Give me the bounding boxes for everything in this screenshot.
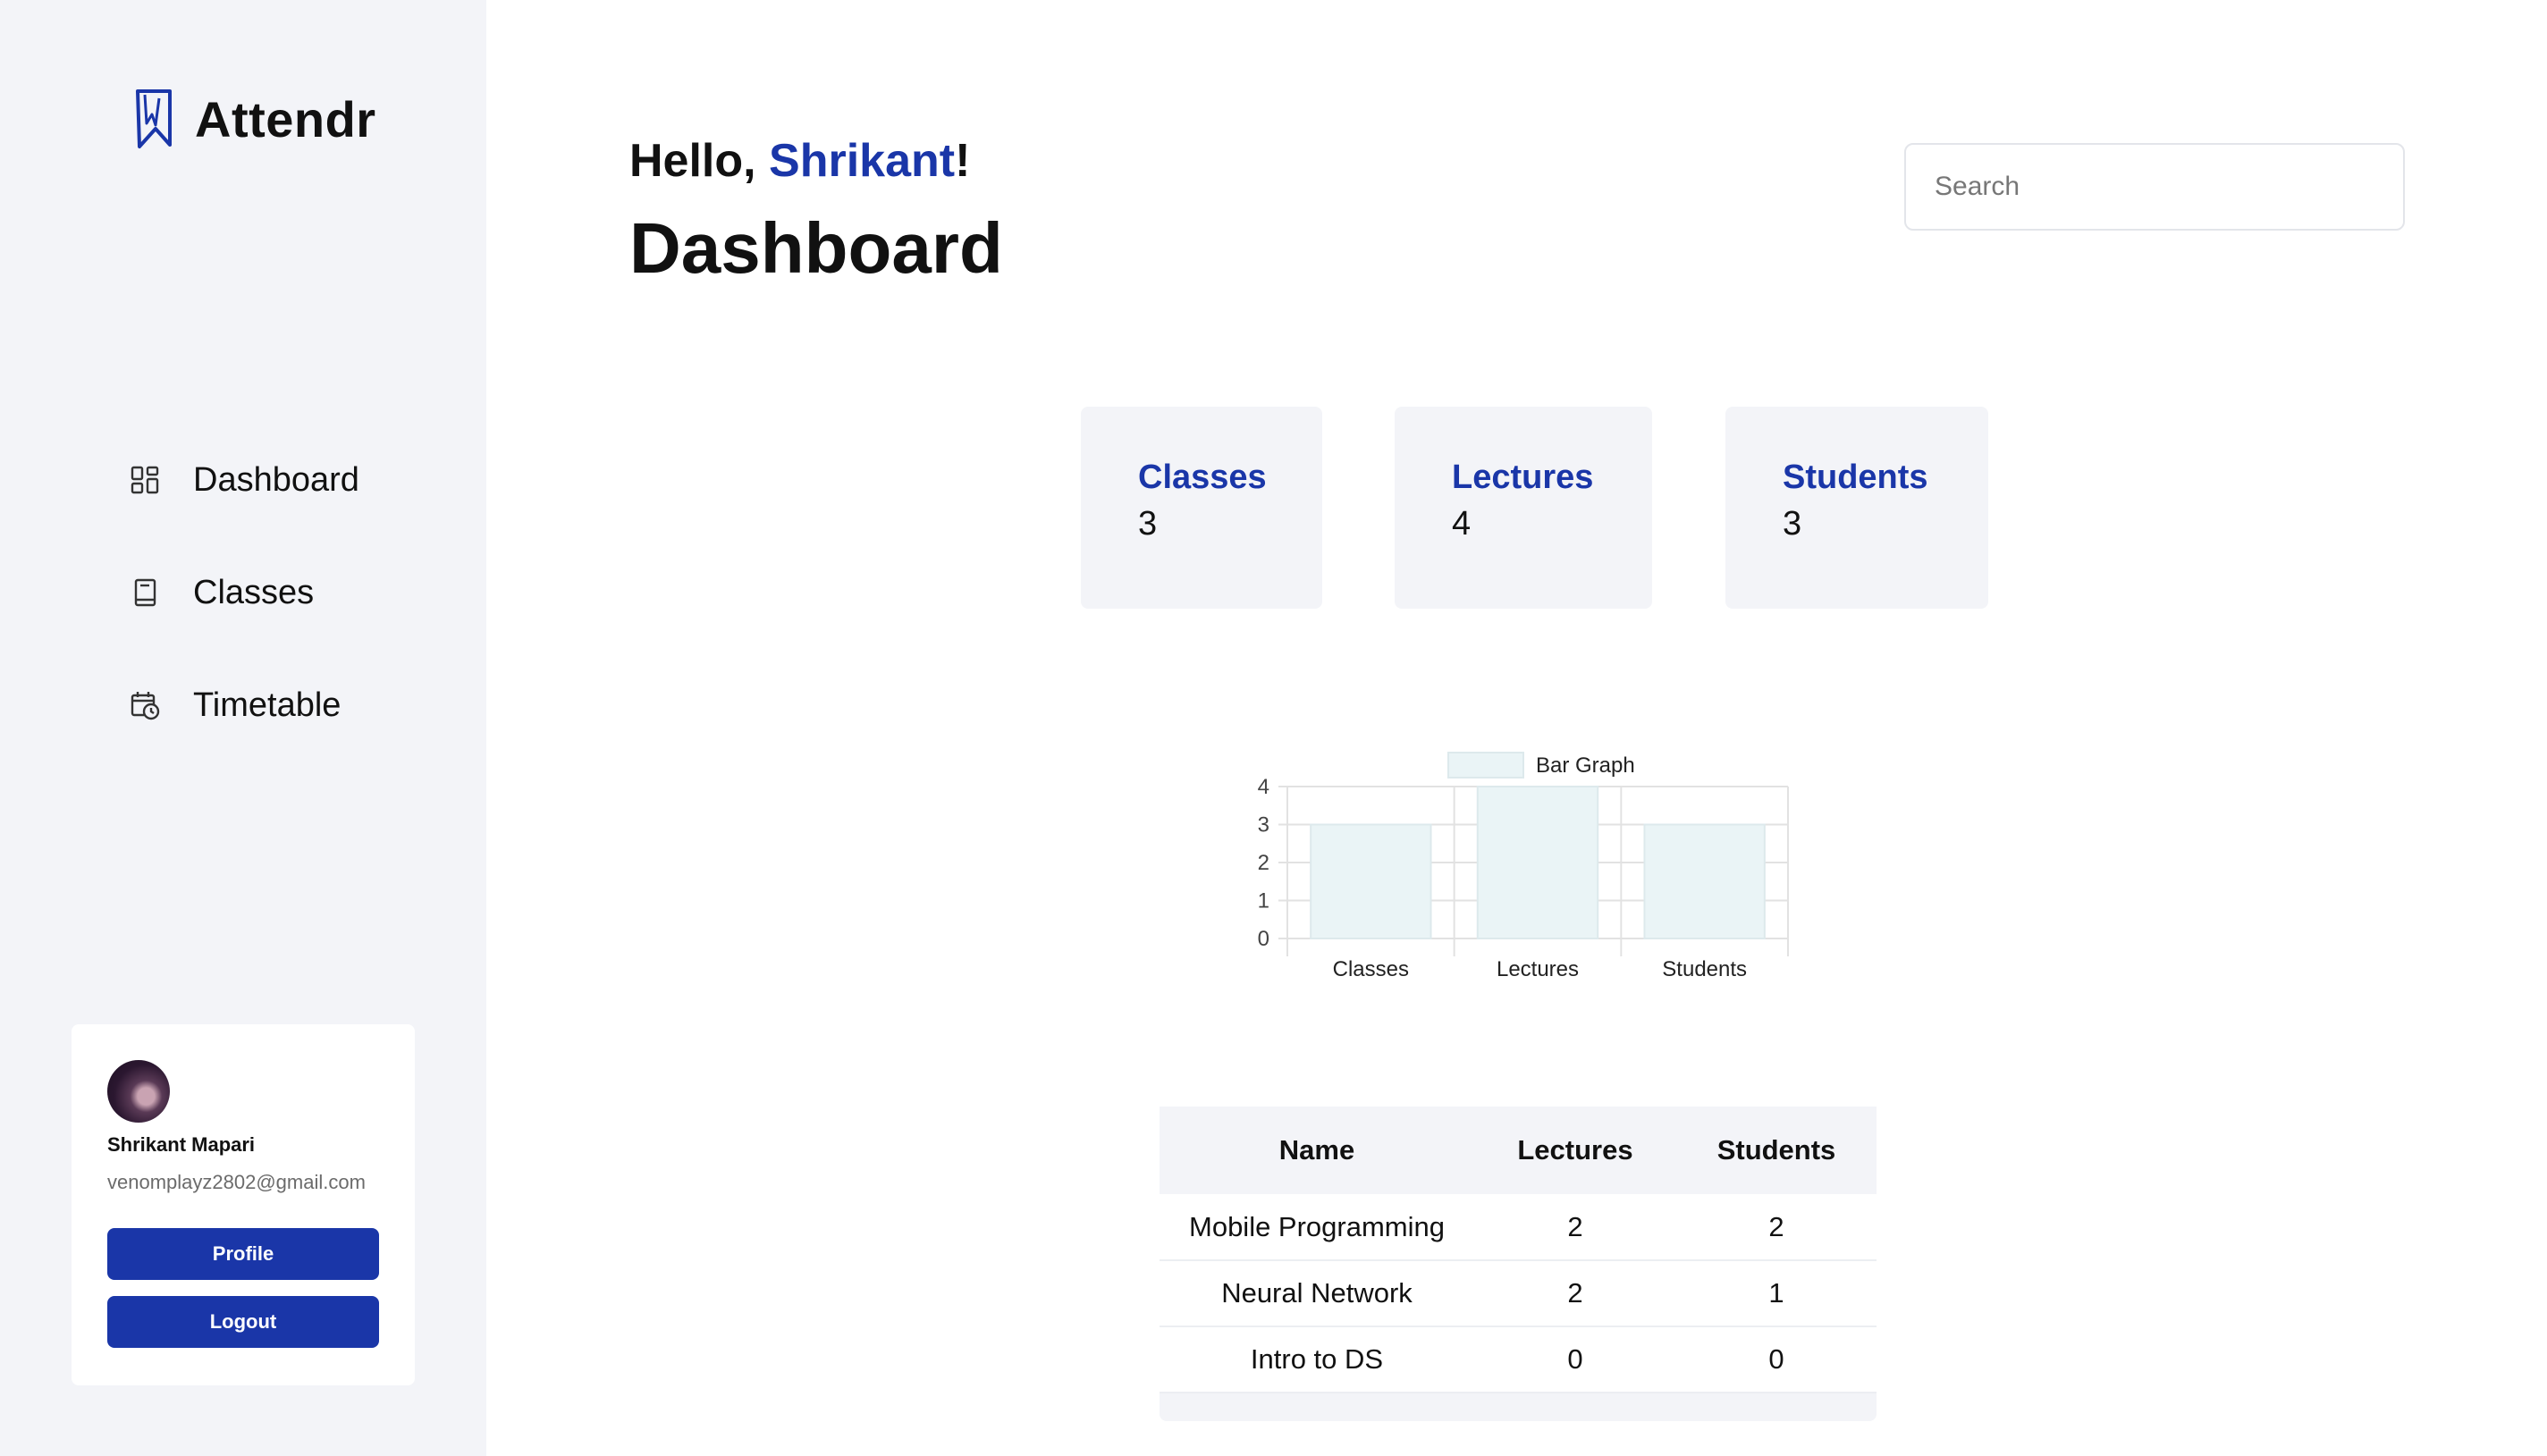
profile-button[interactable]: Profile bbox=[107, 1228, 379, 1280]
column-header-name[interactable]: Name bbox=[1160, 1107, 1474, 1194]
sidebar-item-dashboard[interactable]: Dashboard bbox=[129, 456, 359, 504]
cell-students: 2 bbox=[1676, 1194, 1877, 1261]
table-row[interactable]: Mobile Programming 2 2 bbox=[1160, 1194, 1877, 1261]
y-tick-label: 4 bbox=[1258, 775, 1269, 799]
sidebar-item-timetable[interactable]: Timetable bbox=[129, 681, 359, 729]
greeting-suffix: ! bbox=[955, 135, 971, 187]
logout-button[interactable]: Logout bbox=[107, 1296, 379, 1348]
user-name: Shrikant Mapari bbox=[107, 1133, 256, 1156]
sidebar: Attendr Dashboard Classes Timetable Shri… bbox=[0, 0, 486, 1456]
sidebar-item-label: Classes bbox=[193, 573, 315, 611]
cell-name: Mobile Programming bbox=[1160, 1194, 1474, 1261]
cell-lectures: 0 bbox=[1474, 1326, 1676, 1393]
cell-students: 0 bbox=[1676, 1326, 1877, 1393]
stat-label: Lectures bbox=[1452, 459, 1594, 496]
page-title: Dashboard bbox=[629, 208, 1003, 288]
greeting: Hello, Shrikant! bbox=[629, 134, 970, 188]
bar-chart-svg: 0 1 2 3 4 Classes Lectures Students Bar Graph bbox=[1258, 752, 1789, 981]
y-tick-label: 2 bbox=[1258, 851, 1269, 875]
stat-value: 3 bbox=[1783, 505, 1802, 543]
stat-card-lectures[interactable]: Lectures 4 bbox=[1395, 407, 1652, 609]
legend-swatch bbox=[1447, 752, 1524, 778]
stat-label: Classes bbox=[1138, 459, 1267, 496]
bar-chart: 0 1 2 3 4 Classes Lectures Students Bar Graph bbox=[1225, 724, 1806, 992]
greeting-user-name: Shrikant bbox=[769, 135, 956, 187]
sidebar-item-classes[interactable]: Classes bbox=[129, 568, 359, 617]
stat-card-classes[interactable]: Classes 3 bbox=[1081, 407, 1322, 609]
bookmark-logo-icon bbox=[136, 89, 172, 148]
book-icon bbox=[129, 577, 161, 609]
bar-classes bbox=[1310, 823, 1432, 939]
cell-lectures: 2 bbox=[1474, 1194, 1676, 1261]
table-row[interactable]: Neural Network 2 1 bbox=[1160, 1260, 1877, 1327]
y-tick-label: 3 bbox=[1258, 813, 1269, 837]
stat-value: 4 bbox=[1452, 505, 1472, 543]
bar-students bbox=[1643, 823, 1766, 939]
table-row[interactable]: Intro to DS 0 0 bbox=[1160, 1326, 1877, 1393]
greeting-prefix: Hello, bbox=[629, 135, 770, 187]
user-email: venomplayz2802@gmail.com bbox=[107, 1171, 366, 1193]
column-header-lectures[interactable]: Lectures bbox=[1474, 1107, 1676, 1194]
y-tick-label: 1 bbox=[1258, 889, 1269, 913]
cell-students: 1 bbox=[1676, 1260, 1877, 1327]
dashboard-grid-icon bbox=[129, 464, 161, 496]
sidebar-nav: Dashboard Classes Timetable bbox=[129, 456, 359, 794]
stat-card-students[interactable]: Students 3 bbox=[1725, 407, 1988, 609]
cell-name: Intro to DS bbox=[1160, 1326, 1474, 1393]
stat-value: 3 bbox=[1138, 505, 1158, 543]
cell-name: Neural Network bbox=[1160, 1260, 1474, 1327]
sidebar-item-label: Timetable bbox=[193, 686, 342, 724]
avatar[interactable] bbox=[107, 1060, 170, 1123]
cell-lectures: 2 bbox=[1474, 1260, 1676, 1327]
bar-lectures bbox=[1476, 786, 1599, 939]
column-header-students[interactable]: Students bbox=[1676, 1107, 1877, 1194]
x-tick-label: Lectures bbox=[1497, 957, 1579, 981]
user-card: Shrikant Mapari venomplayz2802@gmail.com… bbox=[72, 1024, 415, 1385]
stat-label: Students bbox=[1783, 459, 1928, 496]
app-logo[interactable]: Attendr bbox=[132, 88, 376, 150]
sidebar-item-label: Dashboard bbox=[193, 460, 359, 499]
calendar-clock-icon bbox=[129, 689, 161, 721]
y-tick-label: 0 bbox=[1258, 927, 1269, 951]
app-root: Attendr Dashboard Classes Timetable Shri… bbox=[0, 0, 2547, 1456]
app-name: Attendr bbox=[195, 90, 376, 147]
legend-label: Bar Graph bbox=[1536, 753, 1635, 778]
table-header-row: Name Lectures Students bbox=[1160, 1107, 1877, 1194]
x-tick-label: Students bbox=[1662, 957, 1747, 981]
search-input[interactable] bbox=[1904, 143, 2405, 231]
classes-table: Name Lectures Students Mobile Programmin… bbox=[1160, 1107, 1877, 1393]
x-tick-label: Classes bbox=[1333, 957, 1409, 981]
